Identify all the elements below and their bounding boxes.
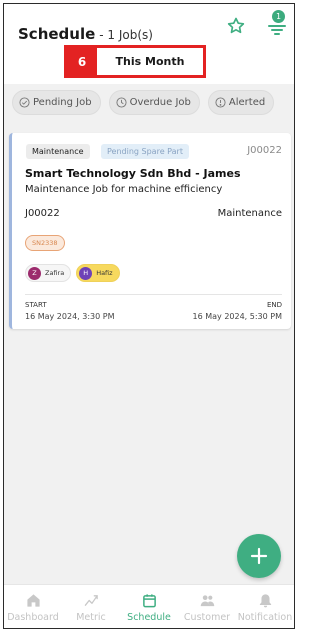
avatar: Z xyxy=(28,266,41,280)
status-filter-chips: Pending Job Overdue Job Alerted xyxy=(12,90,275,115)
plus-icon xyxy=(250,547,268,565)
clock-icon xyxy=(116,97,127,108)
start-datetime: 16 May 2024, 3:30 PM xyxy=(25,312,115,321)
divider xyxy=(25,294,282,295)
customer-name: Smart Technology Sdn Bhd - James xyxy=(25,167,241,180)
chart-icon xyxy=(84,595,98,606)
header: Schedule - 1 Job(s) 1 6 This Month xyxy=(4,4,294,84)
people-icon xyxy=(200,595,214,607)
bottom-nav: Dashboard Metric Schedule Customer Notif… xyxy=(4,584,294,628)
nav-dashboard[interactable]: Dashboard xyxy=(4,585,62,628)
job-code: J00022 xyxy=(25,208,60,219)
page-title: Schedule xyxy=(18,25,96,43)
job-type: Maintenance xyxy=(217,208,282,219)
job-card[interactable]: Maintenance Pending Spare Part J00022 Sm… xyxy=(9,133,291,329)
job-description: Maintenance Job for machine efficiency xyxy=(25,184,223,195)
nav-customer[interactable]: Customer xyxy=(178,585,236,628)
nav-label: Customer xyxy=(183,612,231,623)
avatar: H xyxy=(79,266,93,280)
star-icon[interactable] xyxy=(226,16,246,36)
assignee-list: Z Zafira H Hafiz xyxy=(25,264,120,282)
home-icon xyxy=(26,594,40,607)
nav-label: Notification xyxy=(237,612,293,623)
calendar-icon xyxy=(142,594,156,608)
nav-notification[interactable]: Notification xyxy=(236,585,294,628)
filter-count-badge: 1 xyxy=(272,10,285,23)
assignee-chip: Z Zafira xyxy=(25,264,72,282)
add-job-button[interactable] xyxy=(237,534,281,578)
nav-metric[interactable]: Metric xyxy=(62,585,120,628)
assignee-name: Hafiz xyxy=(96,269,113,277)
assignee-name: Zafira xyxy=(45,269,65,277)
period-selector[interactable]: 6 This Month xyxy=(64,45,206,78)
assignee-chip: H Hafiz xyxy=(76,264,120,282)
period-label: This Month xyxy=(115,55,185,68)
start-label: START xyxy=(25,301,47,309)
check-circle-icon xyxy=(19,97,30,108)
chip-alerted[interactable]: Alerted xyxy=(207,90,275,115)
nav-schedule[interactable]: Schedule xyxy=(120,585,178,628)
nav-label: Schedule xyxy=(127,612,171,623)
chip-overdue-job[interactable]: Overdue Job xyxy=(108,90,200,115)
chip-label: Overdue Job xyxy=(129,97,191,108)
app-frame: Schedule - 1 Job(s) 1 6 This Month Pendi… xyxy=(3,3,295,629)
serial-number-badge: SN2338 xyxy=(25,235,65,251)
end-datetime: 16 May 2024, 5:30 PM xyxy=(192,312,282,321)
job-category-tag: Maintenance xyxy=(26,144,90,159)
job-count: - 1 Job(s) xyxy=(99,28,153,42)
chip-pending-job[interactable]: Pending Job xyxy=(12,90,101,115)
end-label: END xyxy=(266,301,282,309)
period-index-badge: 6 xyxy=(67,48,97,75)
bell-icon xyxy=(259,594,271,608)
alert-circle-icon xyxy=(215,97,226,108)
chip-label: Pending Job xyxy=(33,97,92,108)
nav-label: Dashboard xyxy=(7,612,59,623)
nav-label: Metric xyxy=(76,612,106,623)
page-title-row: Schedule - 1 Job(s) xyxy=(18,25,153,43)
chip-label: Alerted xyxy=(228,97,266,108)
job-status-tag: Pending Spare Part xyxy=(101,144,189,159)
job-code-top: J00022 xyxy=(247,145,282,156)
